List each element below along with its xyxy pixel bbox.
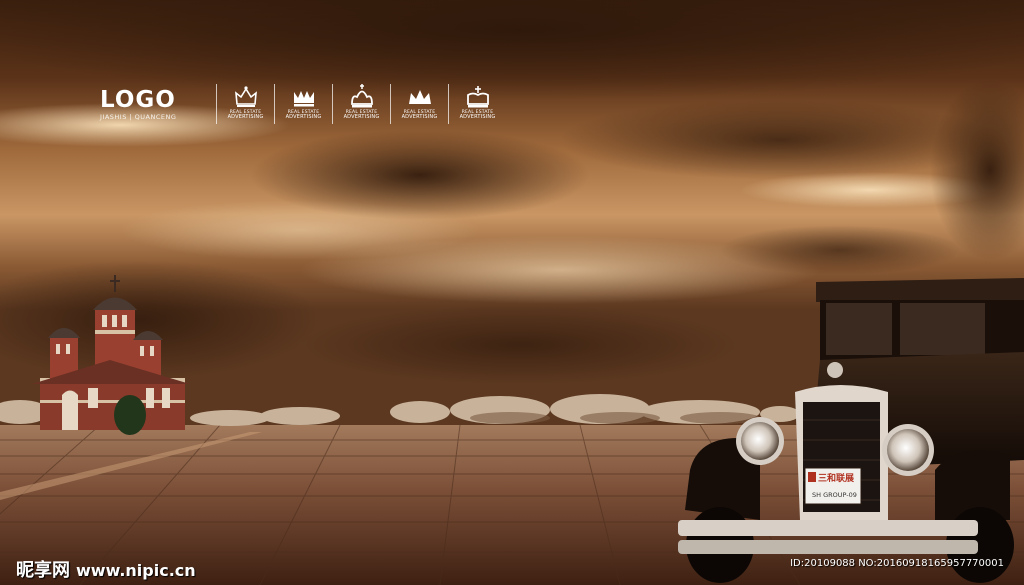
crown-icon [466, 86, 489, 108]
badge-item: REAL ESTATE ADVERTISING [216, 84, 274, 124]
badge-item: REAL ESTATE ADVERTISING [448, 84, 506, 124]
plate-top-text: 三和联展 [818, 472, 854, 484]
badge-row: REAL ESTATE ADVERTISING REAL ESTATE ADVE… [216, 84, 506, 124]
badge-item: REAL ESTATE ADVERTISING [274, 84, 332, 124]
crown-icon [293, 91, 314, 107]
badge-item: REAL ESTATE ADVERTISING [332, 84, 390, 124]
watermark-brand: 昵享网 [16, 560, 70, 581]
poster-scene: 三和联展 SH GROUP-09 LOGO JIASHIS | QUANCENG… [0, 0, 1024, 585]
crown-icon [408, 90, 431, 104]
watermark-url: www.nipic.cn [76, 561, 196, 580]
crown-icon [234, 86, 257, 107]
plate-bottom-text: SH GROUP-09 [812, 491, 857, 499]
watermark-id: ID:20109088 NO:20160918165957770001 [790, 558, 1004, 569]
watermark-left: 昵享网 www.nipic.cn [16, 556, 196, 582]
logo-text: LOGO [100, 87, 176, 113]
badge-item: REAL ESTATE ADVERTISING [390, 84, 448, 124]
crown-icon [350, 84, 373, 108]
logo: LOGO JIASHIS | QUANCENG [100, 88, 176, 121]
logo-subtext: JIASHIS | QUANCENG [100, 113, 177, 121]
